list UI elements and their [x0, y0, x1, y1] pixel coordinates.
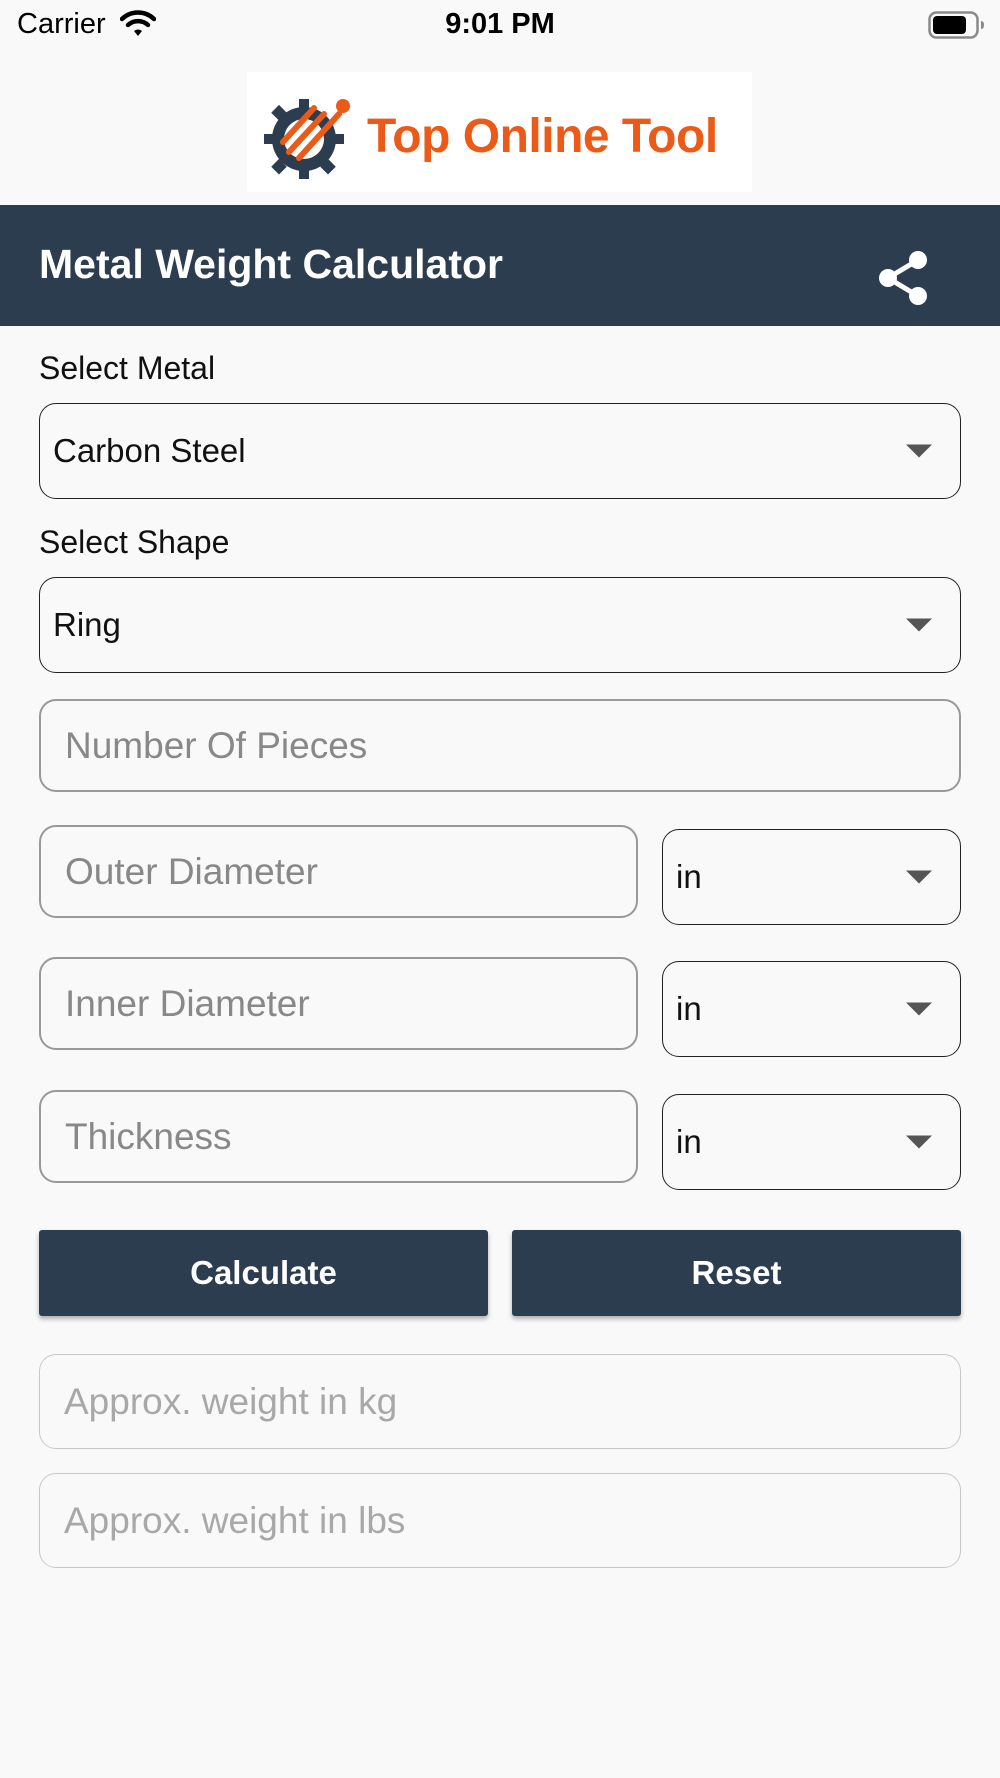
thickness-placeholder: Thickness [65, 1115, 232, 1157]
gear-logo-icon [259, 84, 359, 189]
weight-kg-placeholder: Approx. weight in kg [64, 1380, 398, 1422]
share-icon[interactable] [876, 246, 932, 310]
chevron-down-icon [906, 1135, 932, 1149]
reset-button[interactable]: Reset [512, 1230, 961, 1316]
inner-unit-value: in [676, 990, 702, 1027]
brand-logo: Top Online Tool [247, 72, 752, 192]
outer-unit-value: in [676, 858, 702, 895]
outer-diameter-input[interactable]: Outer Diameter [39, 825, 638, 918]
outer-unit-dropdown[interactable]: in [662, 829, 961, 925]
shape-dropdown[interactable]: Ring [39, 577, 961, 673]
clock: 9:01 PM [445, 8, 555, 40]
inner-diameter-placeholder: Inner Diameter [65, 982, 310, 1024]
inner-unit-dropdown[interactable]: in [662, 961, 961, 1057]
thickness-unit-dropdown[interactable]: in [662, 1094, 961, 1190]
weight-lbs-field[interactable]: Approx. weight in lbs [39, 1473, 961, 1568]
select-metal-label: Select Metal [39, 350, 216, 386]
calculate-button[interactable]: Calculate [39, 1230, 488, 1316]
weight-kg-field[interactable]: Approx. weight in kg [39, 1354, 961, 1449]
brand-name: Top Online Tool [367, 110, 718, 163]
chevron-down-icon [906, 444, 932, 458]
metal-dropdown[interactable]: Carbon Steel [39, 403, 961, 499]
chevron-down-icon [906, 618, 932, 632]
pieces-input[interactable]: Number Of Pieces [39, 699, 961, 792]
chevron-down-icon [906, 870, 932, 884]
metal-selected-value: Carbon Steel [53, 432, 246, 469]
select-shape-label: Select Shape [39, 524, 230, 560]
battery-icon [928, 11, 986, 44]
page-title: Metal Weight Calculator [39, 241, 503, 287]
thickness-unit-value: in [676, 1123, 702, 1160]
outer-diameter-placeholder: Outer Diameter [65, 850, 318, 892]
weight-lbs-placeholder: Approx. weight in lbs [64, 1499, 406, 1541]
shape-selected-value: Ring [53, 606, 121, 643]
chevron-down-icon [906, 1002, 932, 1016]
app-header: Metal Weight Calculator [0, 205, 1000, 326]
thickness-input[interactable]: Thickness [39, 1090, 638, 1183]
inner-diameter-input[interactable]: Inner Diameter [39, 957, 638, 1050]
status-bar: Carrier 9:01 PM [0, 0, 1000, 50]
pieces-placeholder: Number Of Pieces [65, 724, 368, 766]
